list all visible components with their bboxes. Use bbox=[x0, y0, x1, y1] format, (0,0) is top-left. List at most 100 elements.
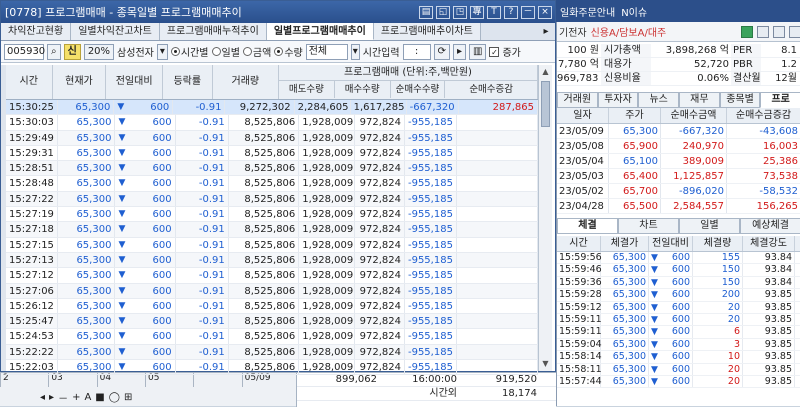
chart-tool-icon[interactable]: + bbox=[72, 392, 80, 403]
table-row[interactable]: 15:24:53 65,300 ▼ 600 -0.91 8,525,806 1,928,00… bbox=[6, 329, 538, 345]
chart-tool-icon[interactable]: ■ bbox=[95, 392, 104, 403]
table-row[interactable]: 23/05/04 65,100 389,009 25,386 bbox=[557, 154, 800, 169]
header-sell: 매도수량 bbox=[279, 81, 335, 98]
window-titlebar[interactable]: [0778] 프로그램매매 - 종목일별 프로그램매매추이 ▤ ◱ ◳ 專 T … bbox=[1, 1, 555, 23]
link-icon[interactable]: 專 bbox=[470, 5, 484, 19]
radio-amount[interactable]: 금액 bbox=[242, 44, 271, 59]
scroll-up-icon[interactable]: ▲ bbox=[539, 65, 552, 79]
trade-tab-3[interactable]: 예상체결 bbox=[740, 218, 800, 234]
bg-issue-link[interactable]: N이슈 bbox=[621, 4, 647, 19]
tile-icon[interactable]: ◳ bbox=[453, 5, 467, 19]
radio-time[interactable]: 시간별 bbox=[170, 44, 209, 59]
cell-rate: -0.91 bbox=[176, 329, 229, 344]
table-row[interactable]: 15:27:06 65,300 ▼ 600 -0.91 8,525,806 1,928,00… bbox=[6, 283, 538, 299]
cell-price: 65,300 bbox=[58, 268, 116, 283]
tab-0[interactable]: 차익잔고현황 bbox=[1, 23, 72, 40]
chart-tool-icon[interactable]: A bbox=[84, 392, 91, 403]
table-row[interactable]: 15:59:56 65,300 ▼ 600 155 93.84 bbox=[557, 252, 800, 265]
chart-tool-icon[interactable]: ▸ bbox=[49, 392, 54, 403]
info-tab-5[interactable]: 프로 bbox=[760, 92, 800, 108]
increase-checkbox[interactable]: ✓ bbox=[489, 46, 500, 57]
bg-notice-link[interactable]: 일화주문안내 bbox=[560, 4, 615, 19]
table-row[interactable]: 15:22:03 65,300 ▼ 600 -0.91 8,525,806 1,928,00… bbox=[6, 360, 538, 376]
cell-qty: 20 bbox=[693, 363, 743, 375]
trade-tab-0[interactable]: 체결 bbox=[557, 218, 618, 234]
tab-3[interactable]: 일별프로그램매매추이 bbox=[266, 23, 374, 40]
trade-tab-1[interactable]: 차트 bbox=[618, 218, 679, 234]
table-row[interactable]: 23/05/02 65,700 -896,020 -58,532 bbox=[557, 184, 800, 199]
help-icon[interactable]: ? bbox=[504, 5, 518, 19]
scroll-down-icon[interactable]: ▼ bbox=[539, 357, 552, 371]
dropdown-icon[interactable]: ▾ bbox=[156, 43, 168, 60]
table-row[interactable]: 15:59:11 65,300 ▼ 600 6 93.85 bbox=[557, 326, 800, 339]
layout-icon[interactable]: ▤ bbox=[419, 5, 433, 19]
square-icon[interactable] bbox=[757, 25, 769, 38]
table-row[interactable]: 15:58:11 65,300 ▼ 600 20 93.85 bbox=[557, 363, 800, 376]
vertical-scrollbar[interactable]: ▲ ▼ bbox=[538, 65, 552, 371]
cell-change: ▼ 600 bbox=[115, 268, 176, 283]
table-row[interactable]: 15:22:22 65,300 ▼ 600 -0.91 8,525,806 1,928,00… bbox=[6, 344, 538, 361]
minimize-icon[interactable]: － bbox=[521, 5, 535, 19]
info-tab-4[interactable]: 종목별 bbox=[719, 92, 761, 108]
restore-icon[interactable]: ◱ bbox=[436, 5, 450, 19]
close-icon[interactable]: × bbox=[538, 5, 552, 19]
table-row[interactable]: 23/05/09 65,300 -667,320 -43,608 bbox=[557, 124, 800, 139]
table-row[interactable]: 15:57:44 65,300 ▼ 600 20 93.85 bbox=[557, 375, 800, 389]
table-row[interactable]: 23/05/03 65,400 1,125,857 73,538 bbox=[557, 169, 800, 184]
market-select-chevron-icon[interactable]: ▾ bbox=[350, 43, 360, 60]
chart-tool-icon[interactable]: － bbox=[58, 390, 68, 405]
cell-price: 65,300 bbox=[58, 115, 116, 130]
font-icon[interactable]: T bbox=[487, 5, 501, 19]
chart-icon[interactable]: ▥ bbox=[468, 43, 487, 60]
table-row[interactable]: 15:59:46 65,300 ▼ 600 150 93.84 bbox=[557, 264, 800, 277]
next-icon[interactable]: ▸ bbox=[452, 43, 466, 60]
info-tab-3[interactable]: 재무 bbox=[679, 92, 720, 108]
table-row[interactable]: 15:29:49 65,300 ▼ 600 -0.91 8,525,806 1,928,00… bbox=[6, 130, 538, 146]
tab-4[interactable]: 프로그램매매추이차트 bbox=[373, 23, 481, 40]
tab-more-icon[interactable]: ▸ bbox=[537, 23, 555, 40]
cell-volume: 8,525,806 bbox=[229, 344, 300, 360]
gear-icon[interactable] bbox=[773, 25, 785, 38]
table-row[interactable]: 15:27:18 65,300 ▼ 600 -0.91 8,525,806 1,928,00… bbox=[6, 222, 538, 238]
refresh-icon[interactable]: ⟳ bbox=[433, 43, 450, 60]
table-row[interactable]: 15:27:22 65,300 ▼ 600 -0.91 8,525,806 1,928,00… bbox=[6, 191, 538, 208]
info-tab-2[interactable]: 뉴스 bbox=[638, 92, 680, 108]
cell-strength: 93.85 bbox=[743, 301, 795, 313]
trade-tab-2[interactable]: 일별 bbox=[679, 218, 740, 234]
market-select[interactable]: 전체 bbox=[305, 43, 348, 60]
info-tab-1[interactable]: 투자자 bbox=[597, 92, 639, 108]
radio-day[interactable]: 일별 bbox=[211, 44, 240, 59]
chart-tool-icon[interactable]: ◂ bbox=[40, 392, 45, 403]
table-row[interactable]: 15:27:19 65,300 ▼ 600 -0.91 8,525,806 1,928,00… bbox=[6, 207, 538, 223]
table-row[interactable]: 15:30:03 65,300 ▼ 600 -0.91 8,525,806 1,928,00… bbox=[6, 115, 538, 131]
table-row[interactable]: 15:28:48 65,300 ▼ 600 -0.91 8,525,806 1,928,00… bbox=[6, 176, 538, 192]
chart-tool-icon[interactable]: ⊞ bbox=[124, 392, 132, 403]
table-row[interactable]: 15:30:25 65,300 ▼ 600 -0.91 9,272,302 2,284,60… bbox=[6, 100, 538, 116]
chart-tool-icon[interactable]: ◯ bbox=[109, 392, 120, 403]
tab-2[interactable]: 프로그램매매누적추이 bbox=[159, 23, 267, 40]
table-row[interactable]: 15:28:51 65,300 ▼ 600 -0.91 8,525,806 1,928,00… bbox=[6, 161, 538, 177]
table-row[interactable]: 15:59:28 65,300 ▼ 600 200 93.85 bbox=[557, 289, 800, 302]
table-row[interactable]: 15:27:13 65,300 ▼ 600 -0.91 8,525,806 1,928,00… bbox=[6, 252, 538, 269]
stock-code-input[interactable]: 005930 bbox=[4, 43, 45, 60]
table-row[interactable]: 15:59:36 65,300 ▼ 600 150 93.84 bbox=[557, 276, 800, 290]
table-row[interactable]: 23/05/08 65,900 240,970 16,003 bbox=[557, 139, 800, 154]
table-row[interactable]: 15:25:47 65,300 ▼ 600 -0.91 8,525,806 1,928,00… bbox=[6, 314, 538, 330]
grid-icon[interactable] bbox=[789, 25, 800, 38]
scroll-thumb[interactable] bbox=[541, 81, 550, 127]
table-row[interactable]: 15:27:12 65,300 ▼ 600 -0.91 8,525,806 1,928,00… bbox=[6, 268, 538, 284]
table-row[interactable]: 15:26:12 65,300 ▼ 600 -0.91 8,525,806 1,928,00… bbox=[6, 298, 538, 315]
table-row[interactable]: 23/04/28 65,500 2,584,557 156,265 bbox=[557, 199, 800, 214]
time-input[interactable]: : bbox=[402, 43, 431, 60]
search-icon[interactable]: ⌕ bbox=[47, 43, 61, 60]
table-row[interactable]: 15:29:31 65,300 ▼ 600 -0.91 8,525,806 1,928,00… bbox=[6, 145, 538, 162]
tab-1[interactable]: 일별차익잔고차트 bbox=[71, 23, 160, 40]
table-row[interactable]: 15:59:04 65,300 ▼ 600 3 93.85 bbox=[557, 338, 800, 352]
info-tab-0[interactable]: 거래원 bbox=[557, 92, 598, 108]
table-row[interactable]: 15:58:14 65,300 ▼ 600 10 93.85 bbox=[557, 351, 800, 364]
radio-qty[interactable]: 수량 bbox=[274, 44, 303, 59]
table-row[interactable]: 15:59:11 65,300 ▼ 600 20 93.85 bbox=[557, 313, 800, 327]
green-icon[interactable] bbox=[741, 25, 753, 38]
table-row[interactable]: 15:27:15 65,300 ▼ 600 -0.91 8,525,806 1,928,00… bbox=[6, 237, 538, 253]
table-row[interactable]: 15:59:12 65,300 ▼ 600 20 93.85 bbox=[557, 301, 800, 314]
